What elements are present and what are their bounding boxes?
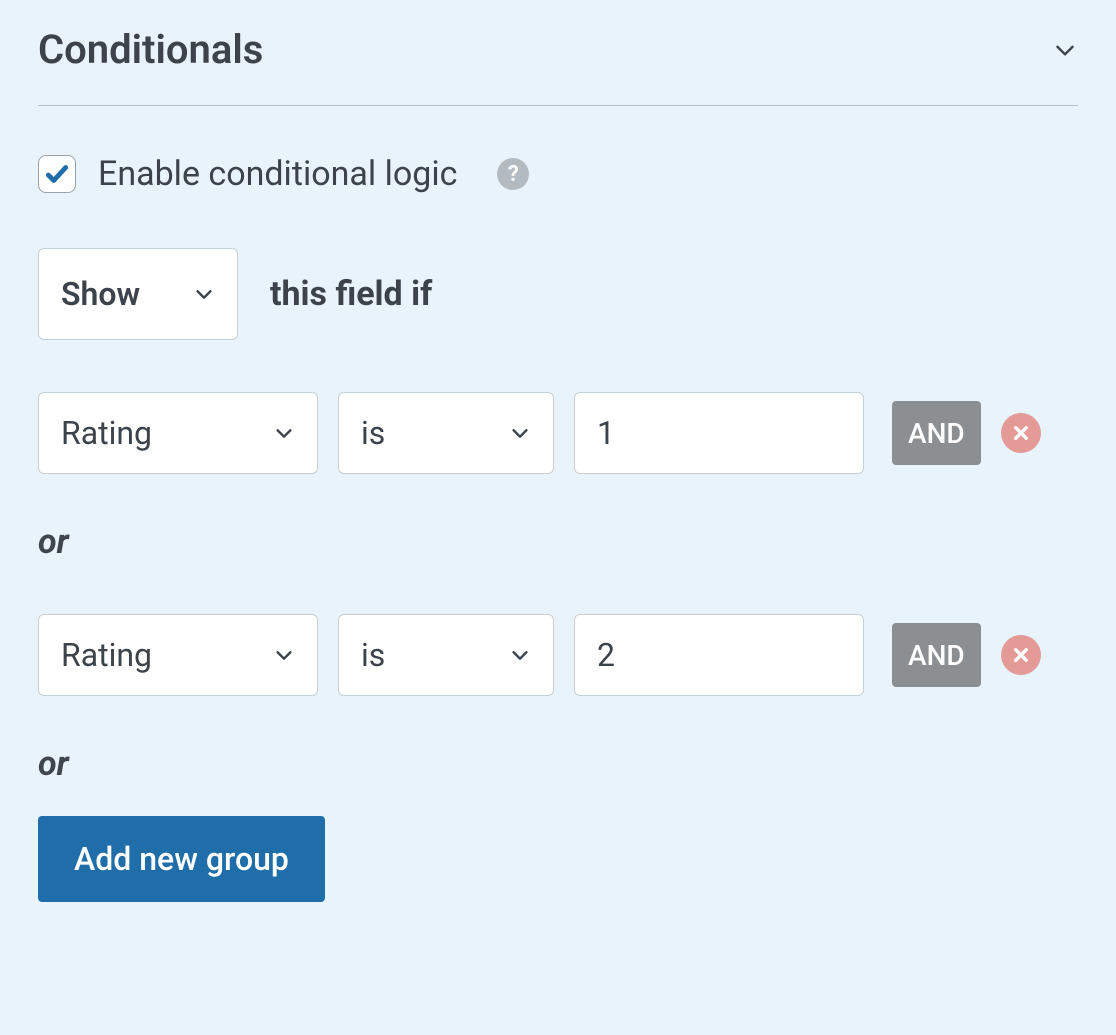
field-select-value: Rating: [61, 636, 152, 674]
action-select-value: Show: [61, 275, 140, 313]
add-group-button[interactable]: Add new group: [38, 816, 325, 902]
value-input[interactable]: 2: [574, 614, 864, 696]
condition-row: Rating is 2 AND: [38, 614, 1078, 696]
help-icon[interactable]: ?: [497, 158, 529, 190]
chevron-down-icon: [273, 644, 295, 666]
value-input[interactable]: 1: [574, 392, 864, 474]
close-icon: [1012, 424, 1030, 442]
chevron-down-icon: [509, 644, 531, 666]
and-button[interactable]: AND: [892, 623, 981, 687]
operator-select[interactable]: is: [338, 614, 554, 696]
field-select[interactable]: Rating: [38, 392, 318, 474]
chevron-down-icon: [1052, 37, 1078, 63]
chevron-down-icon: [273, 422, 295, 444]
enable-label: Enable conditional logic: [98, 154, 457, 194]
value-input-text: 2: [597, 636, 615, 674]
and-button[interactable]: AND: [892, 401, 981, 465]
conditionals-panel: Conditionals Enable conditional logic ? …: [0, 0, 1116, 932]
field-select[interactable]: Rating: [38, 614, 318, 696]
condition-row: Rating is 1 AND: [38, 392, 1078, 474]
action-select[interactable]: Show: [38, 248, 238, 340]
field-select-value: Rating: [61, 414, 152, 452]
delete-rule-button[interactable]: [1001, 413, 1041, 453]
section-title: Conditionals: [38, 26, 263, 73]
operator-select-value: is: [361, 636, 385, 674]
enable-row: Enable conditional logic ?: [38, 154, 1078, 194]
or-separator: or: [38, 744, 1078, 784]
action-suffix: this field if: [270, 274, 432, 314]
enable-checkbox[interactable]: [38, 155, 76, 193]
check-icon: [44, 161, 70, 187]
operator-select-value: is: [361, 414, 385, 452]
value-input-text: 1: [597, 414, 615, 452]
action-row: Show this field if: [38, 248, 1078, 340]
operator-select[interactable]: is: [338, 392, 554, 474]
close-icon: [1012, 646, 1030, 664]
chevron-down-icon: [509, 422, 531, 444]
section-header[interactable]: Conditionals: [38, 12, 1078, 106]
or-separator: or: [38, 522, 1078, 562]
chevron-down-icon: [193, 283, 215, 305]
delete-rule-button[interactable]: [1001, 635, 1041, 675]
